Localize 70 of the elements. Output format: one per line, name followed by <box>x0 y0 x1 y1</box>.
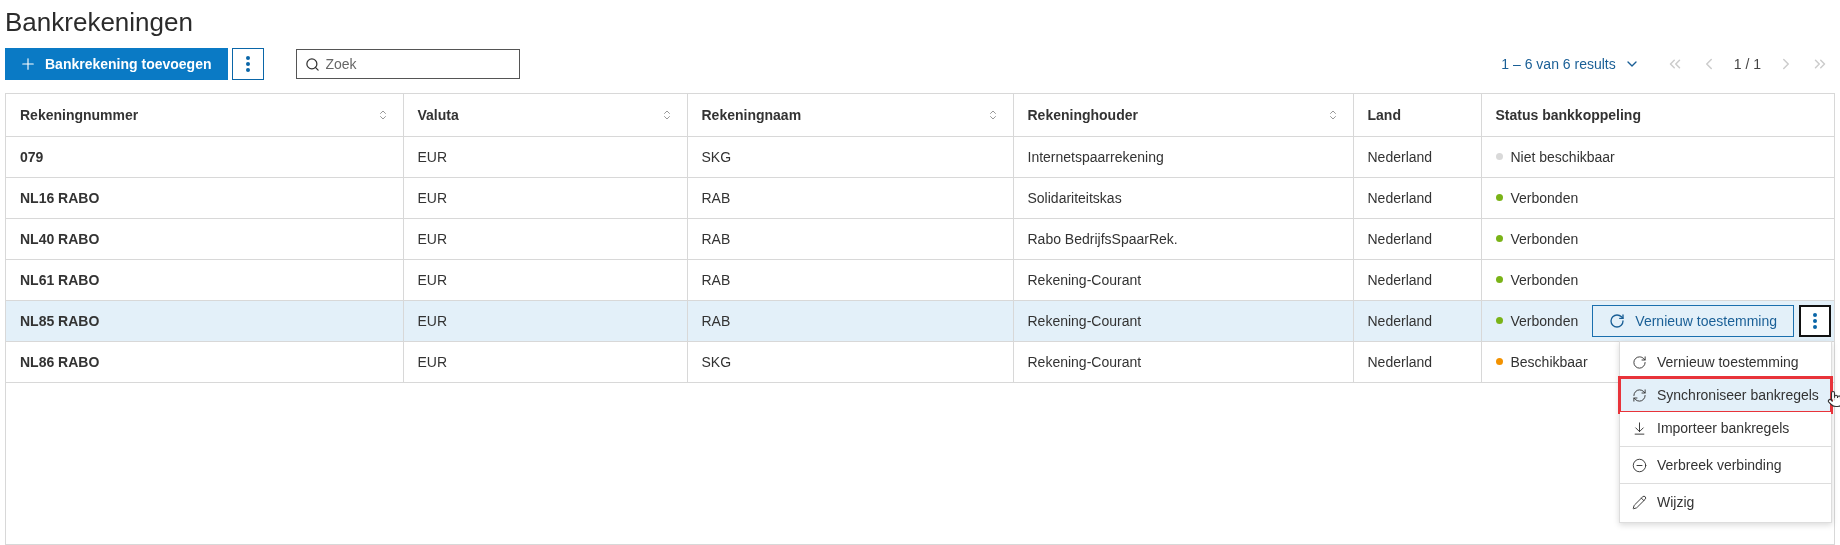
minus-circle-icon <box>1632 457 1647 473</box>
menu-item[interactable]: Wijzig <box>1620 486 1831 518</box>
status-label: Niet beschikbaar <box>1495 148 1615 165</box>
renew-consent-button[interactable]: Vernieuw toestemming <box>1592 304 1794 337</box>
table-cell: Nederland <box>1353 341 1481 382</box>
table-cell: Nederland <box>1353 177 1481 218</box>
status-label: Beschikbaar <box>1495 353 1588 370</box>
table-cell: RAB <box>687 259 1013 300</box>
table-row[interactable]: NL40 RABO EUR RAB Rabo BedrijfsSpaarRek. Nederland Verbonden <box>6 218 1834 259</box>
column-header[interactable]: Rekeningnaam <box>687 94 1013 136</box>
add-account-button[interactable]: Bankrekening toevoegen <box>5 48 228 80</box>
table-row[interactable]: 079 EUR SKG Internetspaarrekening Nederland Niet beschikbaar <box>6 136 1834 177</box>
column-header[interactable]: Rekeningnummer <box>6 94 403 136</box>
page-indicator: 1 / 1 <box>1733 56 1761 72</box>
table-cell: Nederland <box>1353 218 1481 259</box>
table-cell: SKG <box>687 136 1013 177</box>
table-cell: NL16 RABO <box>6 177 403 218</box>
table-cell: RAB <box>687 177 1013 218</box>
page-title: Bankrekeningen <box>5 6 194 38</box>
table-cell: NL61 RABO <box>6 259 403 300</box>
table-cell: Rekening-Courant <box>1013 300 1353 341</box>
menu-item[interactable]: Importeer bankregels <box>1620 412 1831 444</box>
table-cell: Rekening-Courant <box>1013 259 1353 300</box>
table-cell: Rekening-Courant <box>1013 341 1353 382</box>
hand-cursor-icon <box>1827 390 1840 408</box>
more-icon <box>1813 312 1817 329</box>
table-cell: NL86 RABO <box>6 341 403 382</box>
status-label: Verbonden <box>1495 189 1579 206</box>
table-cell: Internetspaarrekening <box>1013 136 1353 177</box>
table-cell: EUR <box>403 300 687 341</box>
more-icon <box>245 56 250 72</box>
table-row[interactable]: NL85 RABO EUR RAB Rekening-Courant Nederland Verbonden Vernieuw toestemming <box>6 300 1834 341</box>
search-icon <box>304 57 320 72</box>
menu-item[interactable]: Verbreek verbinding <box>1620 449 1831 481</box>
plus-icon <box>19 55 37 73</box>
row-menu-button[interactable] <box>1799 304 1831 337</box>
more-options-button[interactable] <box>231 48 264 80</box>
table-cell: RAB <box>687 300 1013 341</box>
column-header: Land <box>1353 94 1481 136</box>
refresh-icon <box>1609 312 1626 329</box>
table-row[interactable]: NL16 RABO EUR RAB Solidariteitskas Nederland Verbonden <box>6 177 1834 218</box>
table-cell: EUR <box>403 136 687 177</box>
pencil-icon <box>1632 494 1647 510</box>
table-cell: RAB <box>687 218 1013 259</box>
table-cell: Solidariteitskas <box>1013 177 1353 218</box>
table-cell: EUR <box>403 259 687 300</box>
table-cell: Rabo BedrijfsSpaarRek. <box>1013 218 1353 259</box>
status-label: Verbonden <box>1495 230 1579 247</box>
search-field[interactable]: Zoek <box>295 49 520 79</box>
table-cell: NL85 RABO <box>6 300 403 341</box>
table-cell: EUR <box>403 341 687 382</box>
status-label: Verbonden <box>1495 312 1579 329</box>
refresh-icon <box>1632 354 1647 370</box>
download-icon <box>1632 420 1647 436</box>
table-cell: Nederland <box>1353 300 1481 341</box>
column-header: Status bankkoppeling <box>1481 94 1834 136</box>
table-cell: SKG <box>687 341 1013 382</box>
column-header[interactable]: Valuta <box>403 94 687 136</box>
sync-icon <box>1632 387 1647 403</box>
column-header[interactable]: Rekeninghouder <box>1013 94 1353 136</box>
results-dropdown[interactable]: 1 – 6 van 6 results <box>1501 56 1640 72</box>
table-cell: NL40 RABO <box>6 218 403 259</box>
table-cell: Nederland <box>1353 259 1481 300</box>
table-cell: EUR <box>403 218 687 259</box>
table-cell: EUR <box>403 177 687 218</box>
table-cell: 079 <box>6 136 403 177</box>
status-label: Verbonden <box>1495 271 1579 288</box>
table-cell: Nederland <box>1353 136 1481 177</box>
table-row[interactable]: NL61 RABO EUR RAB Rekening-Courant Nederland Verbonden <box>6 259 1834 300</box>
menu-item[interactable]: Vernieuw toestemming <box>1620 346 1831 378</box>
